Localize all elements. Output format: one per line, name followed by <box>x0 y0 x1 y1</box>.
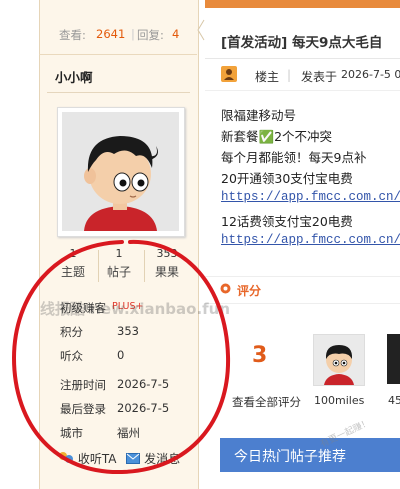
posts-value: 1 <box>115 247 123 260</box>
count-fruits[interactable]: 353 果果 <box>145 247 189 280</box>
avatar-cartoon-icon <box>324 345 354 385</box>
info-value: 2026-7-5 <box>117 377 170 391</box>
thread-title[interactable]: [首发活动] 每天9点大毛自 <box>221 31 382 51</box>
posted-label: 发表于 <box>301 70 338 84</box>
post-meta: 楼主 | 发表于 2026-7-5 0 <box>221 62 400 88</box>
divider <box>47 92 190 93</box>
info-value: 福州 <box>117 426 140 440</box>
post-line: 每个月都能领！每天9点补 <box>221 150 367 165</box>
divider <box>205 90 400 91</box>
hot-posts-header: 今日热门帖子推荐 <box>220 438 400 472</box>
posted-date: 2026-7-5 0 <box>341 68 400 81</box>
info-value: 353 <box>117 324 139 338</box>
author-role: 楼主 <box>255 70 280 84</box>
view-all-ratings-link[interactable]: 查看全部评分 <box>232 394 301 410</box>
rating-count: 3 <box>252 343 268 368</box>
listen-button[interactable]: 收听TA <box>78 452 117 466</box>
rater-avatar[interactable] <box>313 334 365 386</box>
user-actions: 收听TA 发消息 <box>58 450 180 468</box>
posts-label: 帖子 <box>106 265 131 279</box>
author-icon <box>221 66 237 85</box>
stats-divider: | <box>131 27 135 41</box>
info-value: 2026-7-5 <box>117 401 170 415</box>
info-key: 积分 <box>60 325 83 339</box>
rating-icon <box>220 283 231 297</box>
user-counts: 1 主题 1 帖子 353 果果 <box>39 247 197 285</box>
arrow-icon <box>197 19 205 41</box>
meta-divider: | <box>287 68 292 82</box>
listen-icon <box>58 451 74 468</box>
views-label: 查看: <box>59 28 86 42</box>
rater-name[interactable]: 45 <box>388 394 400 407</box>
avatar[interactable] <box>57 107 185 237</box>
message-button[interactable]: 发消息 <box>144 452 180 466</box>
message-icon <box>126 452 141 467</box>
post-line: 限福建移动号 <box>221 108 297 123</box>
info-value: 0 <box>117 348 125 362</box>
avatar-cartoon-icon <box>62 112 179 231</box>
replies-count: 4 <box>172 27 180 41</box>
rating-label: 评分 <box>237 284 262 298</box>
topics-value: 1 <box>69 247 77 260</box>
replies-label: 回复: <box>137 28 164 42</box>
username[interactable]: 小小啊 <box>55 67 93 86</box>
post-line: 12话费领支付宝20电费 <box>221 214 353 229</box>
fruits-label: 果果 <box>154 265 179 279</box>
post-line: 20开通领30支付宝电费 <box>221 171 353 186</box>
watermark: 线报酷 new.xianbao.fun <box>40 300 231 318</box>
rating-header: 评分 <box>205 276 400 304</box>
rater-avatar[interactable] <box>387 334 400 384</box>
post-line: 新套餐✅2个不冲突 <box>221 129 333 144</box>
post-link[interactable]: https://app.fmcc.com.cn/ba <box>221 233 400 247</box>
info-key: 注册时间 <box>60 378 106 392</box>
views-count: 2641 <box>96 27 126 41</box>
topics-label: 主题 <box>60 265 85 279</box>
count-topics[interactable]: 1 主题 <box>51 247 95 280</box>
thread-stats: 查看: 2641 | 回复: 4 <box>39 16 197 55</box>
rater-name[interactable]: 100miles <box>314 394 364 407</box>
count-posts[interactable]: 1 帖子 <box>97 247 141 280</box>
info-key: 听众 <box>60 349 83 363</box>
divider <box>205 58 400 59</box>
fruits-value: 353 <box>156 247 178 260</box>
info-key: 城市 <box>60 426 83 440</box>
hot-posts-title: 今日热门帖子推荐 <box>234 449 346 465</box>
post-link[interactable]: https://app.fmcc.com.cn/ba <box>221 190 400 204</box>
info-key: 最后登录 <box>60 402 106 416</box>
